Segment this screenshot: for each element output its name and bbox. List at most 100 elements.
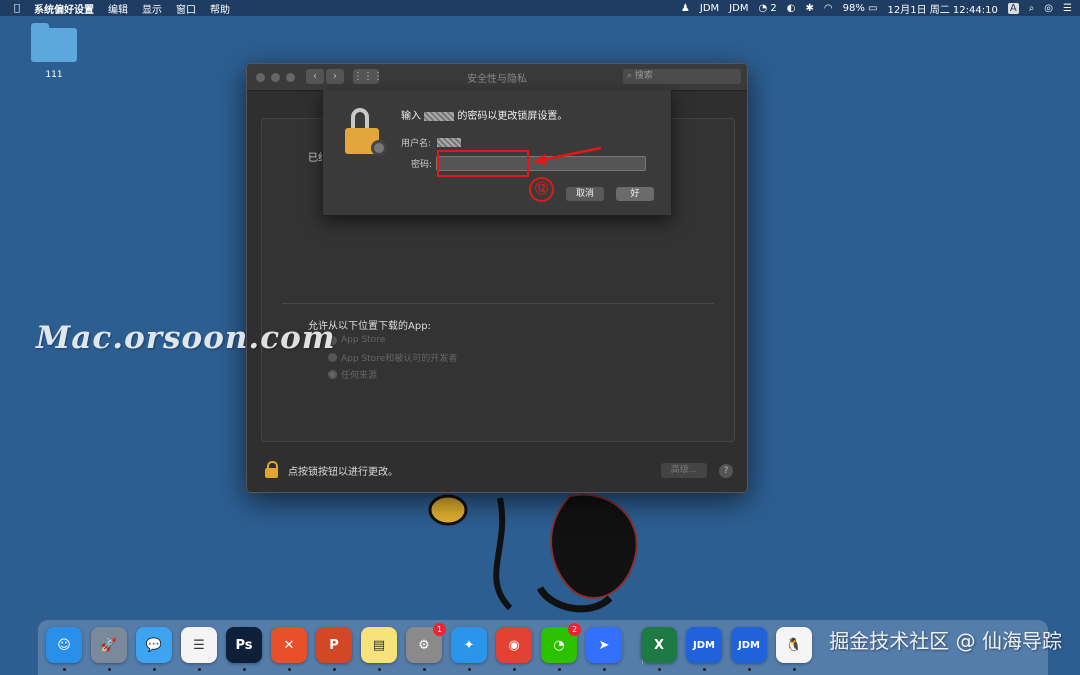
zoom-button[interactable] <box>286 73 295 82</box>
battery-icon: ▭ <box>868 2 878 14</box>
running-indicator <box>558 668 561 671</box>
battery-percent: 98% <box>842 2 865 14</box>
forward-button[interactable]: › <box>326 69 344 84</box>
radio-app-store-identified[interactable]: App Store和被认可的开发者 <box>328 351 457 364</box>
qq-status-icon[interactable]: ♟ <box>681 3 690 14</box>
chrome-icon: ◉ <box>508 637 520 653</box>
dock-app-jdm-2[interactable]: JDM <box>731 627 767 663</box>
menu-view[interactable]: 显示 <box>142 1 162 16</box>
clock[interactable]: 12月1日 周二 12:44:10 <box>887 1 997 16</box>
divider <box>282 303 714 304</box>
ok-button[interactable]: 好 <box>616 187 654 201</box>
radio-anywhere[interactable]: 任何来源 <box>328 368 377 381</box>
password-label: 密码: <box>411 160 433 170</box>
safari-icon: ✦ <box>463 637 475 653</box>
close-button[interactable] <box>256 73 265 82</box>
notification-badge: 1 <box>433 623 446 636</box>
radio-selected-icon <box>328 370 337 379</box>
folder-label: 111 <box>45 70 63 80</box>
spotlight-icon[interactable]: ⌕ <box>1029 3 1035 14</box>
sheet-message: 输入 的密码以更改锁屏设置。 <box>401 107 567 122</box>
running-indicator <box>333 668 336 671</box>
jdm-status-2[interactable]: JDM <box>729 3 748 14</box>
wechat-status[interactable]: ◔ 2 <box>758 3 776 14</box>
wechat-icon: ◔ <box>553 637 565 653</box>
back-button[interactable]: ‹ <box>306 69 324 84</box>
minimize-button[interactable] <box>271 73 280 82</box>
running-indicator <box>423 668 426 671</box>
xmind-icon: ✕ <box>283 637 295 653</box>
sync-icon[interactable]: ◐ <box>787 3 796 14</box>
annotation-step-number: ⑫ <box>529 177 554 202</box>
radio-app-store[interactable]: App Store <box>328 335 385 345</box>
dock-app-messages[interactable]: 💬 <box>136 627 172 663</box>
photoshop-icon: Ps <box>235 637 253 653</box>
bluetooth-icon[interactable]: ✱ <box>805 3 813 14</box>
lock-icon[interactable] <box>265 461 278 478</box>
wifi-icon[interactable]: ◠ <box>824 3 833 14</box>
desktop-folder[interactable]: 111 <box>30 23 78 80</box>
wechat-icon: ◔ <box>758 2 768 14</box>
feishu-icon: ➤ <box>598 637 610 653</box>
search-icon: ⌕ <box>627 71 633 81</box>
show-all-button[interactable]: ⋮⋮⋮ <box>353 69 383 84</box>
dock-app-wechat[interactable]: ◔ 2 <box>541 623 581 663</box>
watermark-community: 掘金技术社区 @ 仙海导踪 <box>829 629 1062 653</box>
chevron-left-icon: ‹ <box>313 71 317 82</box>
menu-window[interactable]: 窗口 <box>176 1 196 16</box>
dock-app-notes[interactable]: ▤ <box>361 627 397 663</box>
input-method[interactable]: A <box>1007 2 1019 14</box>
lock-gear-icon <box>345 108 387 156</box>
grid-icon: ⋮⋮⋮ <box>353 71 383 82</box>
running-indicator <box>603 668 606 671</box>
window-titlebar: ‹ › ⋮⋮⋮ 安全性与隐私 ⌕ 搜索 <box>247 64 747 91</box>
menu-app-name[interactable]: 系统偏好设置 <box>34 1 94 16</box>
running-indicator <box>748 668 751 671</box>
notification-badge: 2 <box>568 623 581 636</box>
dock-app-system-preferences[interactable]: ⚙ 1 <box>406 623 446 663</box>
search-input[interactable]: ⌕ 搜索 <box>623 69 741 84</box>
dock-app-photoshop[interactable]: Ps <box>226 627 262 663</box>
radio-label: 任何来源 <box>341 371 378 381</box>
dock-app-powerpoint[interactable]: P <box>316 627 352 663</box>
menu-edit[interactable]: 编辑 <box>108 1 128 16</box>
chevron-right-icon: › <box>333 71 337 82</box>
dock-app-jdm-1[interactable]: JDM <box>686 627 722 663</box>
apple-icon[interactable]:  <box>14 3 20 14</box>
lock-hint: 点按锁按钮以进行更改。 <box>288 466 398 478</box>
running-indicator <box>63 668 66 671</box>
battery-status[interactable]: 98% ▭ <box>843 3 878 14</box>
dock-app-xmind[interactable]: ✕ <box>271 627 307 663</box>
launchpad-icon: 🚀 <box>100 637 118 653</box>
control-center-icon[interactable]: ☰ <box>1063 3 1072 14</box>
qq-icon: 🐧 <box>785 637 803 653</box>
running-indicator <box>288 668 291 671</box>
annotation-highlight-box <box>437 150 529 177</box>
password-sheet: 输入 的密码以更改锁屏设置。 用户名: 密码: ⑫ 取消 好 <box>322 90 672 216</box>
running-indicator <box>243 668 246 671</box>
radio-label: App Store和被认可的开发者 <box>341 354 458 364</box>
wallpaper-figure <box>428 493 638 613</box>
masked-username <box>424 111 455 121</box>
running-indicator <box>793 668 796 671</box>
help-button[interactable]: ? <box>719 464 733 478</box>
dock-app-qq[interactable]: 🐧 <box>776 627 812 663</box>
dock-app-launchpad[interactable]: 🚀 <box>91 627 127 663</box>
dock-app-chrome[interactable]: ◉ <box>496 627 532 663</box>
running-indicator <box>703 668 706 671</box>
dock-app-feishu[interactable]: ➤ <box>586 627 622 663</box>
message-suffix: 的密码以更改锁屏设置。 <box>457 111 568 122</box>
dock-app-reminders[interactable]: ☰ <box>181 627 217 663</box>
wechat-count: 2 <box>770 2 777 14</box>
siri-icon[interactable]: ◎ <box>1044 3 1053 14</box>
excel-icon: X <box>653 637 665 653</box>
advanced-button[interactable]: 高级... <box>661 463 707 478</box>
jdm-status-1[interactable]: JDM <box>700 3 719 14</box>
running-indicator <box>378 668 381 671</box>
menu-help[interactable]: 帮助 <box>210 1 230 16</box>
cancel-button[interactable]: 取消 <box>566 187 604 201</box>
dock-app-safari[interactable]: ✦ <box>451 627 487 663</box>
dock-app-excel[interactable]: X <box>641 627 677 663</box>
dock-app-finder[interactable]: ☺ <box>46 627 82 663</box>
jdm-2-icon: JDM <box>738 639 760 651</box>
